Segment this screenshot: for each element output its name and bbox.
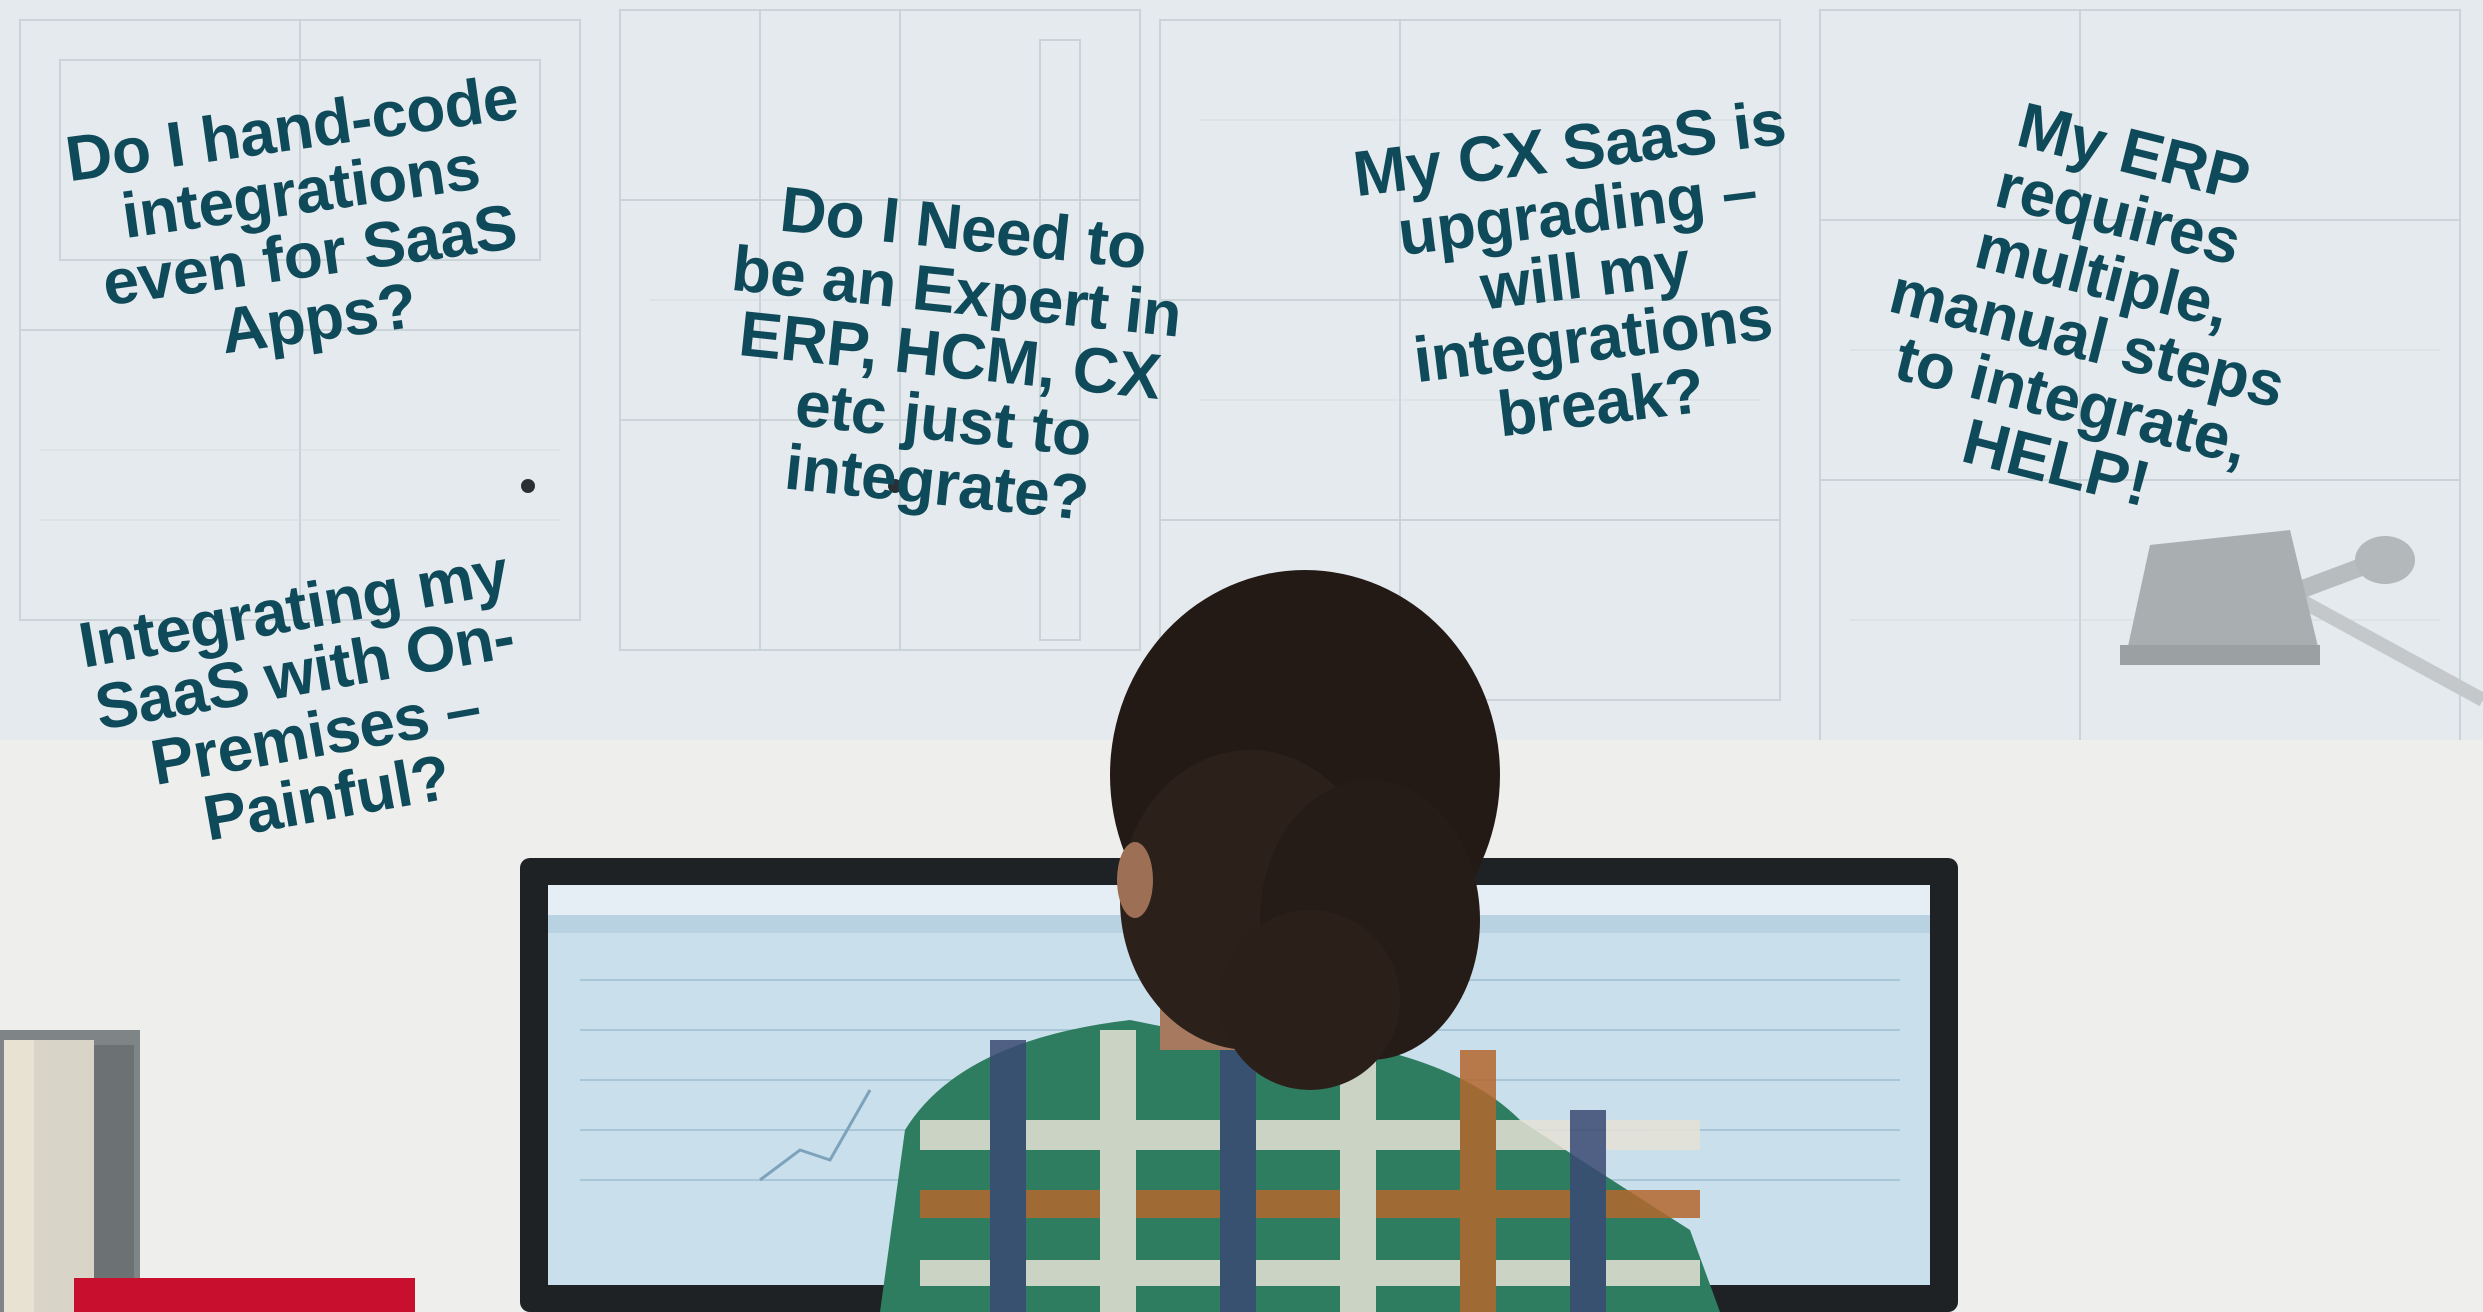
binder-shelf: [0, 1030, 140, 1312]
accent-bar: [74, 1278, 415, 1312]
question-upgrade-break: My CX SaaS is upgrading – will my integr…: [1349, 85, 1790, 451]
desk-lamp: [2120, 530, 2483, 707]
slide: Do I hand-code integrations even for Saa…: [0, 0, 2483, 1312]
question-expert-required: Do I Need to be an Expert in ERP, HCM, C…: [728, 172, 1185, 535]
